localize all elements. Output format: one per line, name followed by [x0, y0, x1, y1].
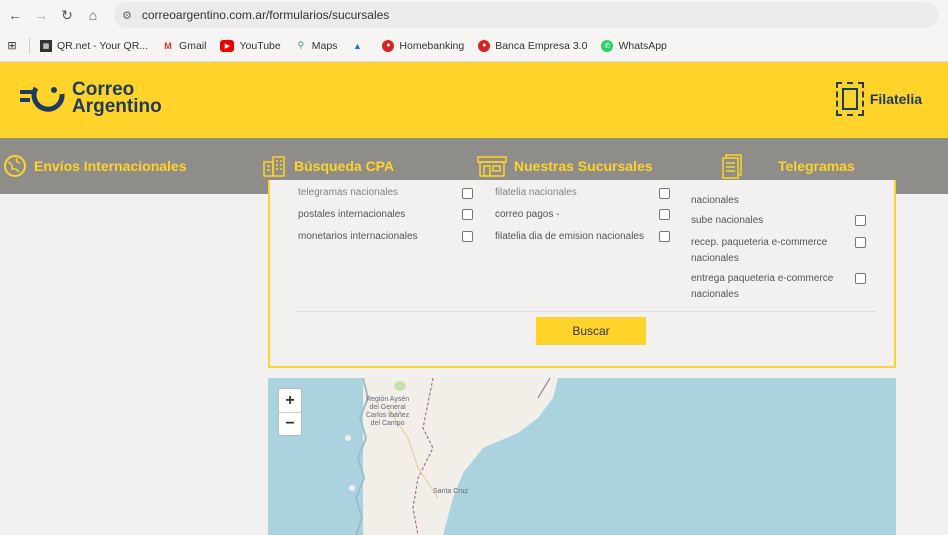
zoom-out-button[interactable]: −: [279, 412, 301, 435]
bookmark-banca-empresa[interactable]: ● Banca Empresa 3.0: [478, 39, 588, 52]
nav-label: Envíos Internacionales: [34, 158, 187, 174]
checkbox[interactable]: [659, 231, 670, 242]
sucursales-filter-form: telegramas nacionales postales internaci…: [268, 180, 896, 368]
option-label: nacionales: [691, 195, 739, 206]
checkbox[interactable]: [462, 209, 473, 220]
bookmark-label: Homebanking: [399, 39, 465, 52]
checkbox[interactable]: [462, 231, 473, 242]
nav-label: Telegramas: [778, 158, 855, 174]
nav-label: Nuestras Sucursales: [514, 158, 653, 174]
checkbox[interactable]: [855, 237, 866, 248]
logo-icon: [20, 86, 65, 112]
site-header: Correo Argentino Filatelia: [0, 62, 948, 138]
option-label: telegramas nacionales: [298, 187, 399, 198]
map-label-line: Región Aysén: [366, 396, 410, 403]
map-tiles: [345, 378, 558, 535]
qr-icon: ▦: [40, 39, 52, 52]
nav-envios-internacionales[interactable]: Envíos Internacionales: [2, 138, 187, 194]
bookmark-maps[interactable]: ⚲ Maps: [295, 39, 338, 52]
youtube-icon: ▶: [220, 39, 235, 52]
buscar-button[interactable]: Buscar: [536, 317, 646, 345]
bookmark-label: Gmail: [179, 39, 207, 52]
option-label: entrega paqueteria e-commerce: [691, 273, 834, 284]
option-label: postales internacionales: [298, 209, 406, 220]
browser-toolbar: ← → ↻ ⌂ ⚙ correoargentino.com.ar/formula…: [0, 0, 948, 30]
bookmark-label: YouTube: [239, 39, 281, 52]
checkbox[interactable]: [855, 215, 866, 226]
sucursales-map[interactable]: + − Región Aysén del General Carlos Ibáñ…: [268, 378, 896, 535]
reload-icon[interactable]: ↻: [56, 4, 78, 26]
option-label: filatelia nacionales: [495, 187, 577, 198]
home-icon[interactable]: ⌂: [82, 4, 104, 26]
site-info-icon[interactable]: ⚙: [122, 9, 132, 22]
option-label: correo pagos -: [495, 209, 560, 220]
back-icon[interactable]: ←: [4, 4, 26, 26]
bookmark-gmail[interactable]: M Gmail: [162, 40, 206, 52]
option-label: filatelia dia de emision nacionales: [495, 231, 644, 242]
bank-icon: ●: [478, 39, 491, 52]
map-label-province: Santa Cruz: [433, 488, 469, 495]
map-label-region: Región Aysén del General Carlos Ibáñez d…: [366, 396, 409, 428]
map-label-line: Carlos Ibáñez: [366, 412, 410, 419]
map-label-line: del Campo: [370, 420, 405, 427]
filatelia-label: Filatelia: [869, 91, 922, 107]
bookmark-youtube[interactable]: ▶ YouTube: [220, 39, 281, 52]
bookmark-homebanking[interactable]: ● Homebanking: [382, 39, 465, 52]
store-icon: [476, 153, 508, 179]
globe-icon: [2, 153, 28, 179]
bookmarks-bar: ⊞ ▦ QR.net - Your QR... M Gmail ▶ YouTub…: [0, 30, 948, 62]
buildings-icon: [262, 153, 288, 179]
gmail-icon: M: [164, 40, 172, 51]
option-label: sube nacionales: [691, 215, 764, 226]
bookmarks-separator: [29, 37, 30, 54]
bookmark-label: WhatsApp: [618, 39, 667, 52]
drive-icon: ▲: [352, 40, 362, 51]
bookmark-label: Maps: [311, 39, 338, 52]
maps-icon: ⚲: [297, 40, 305, 50]
stamp-icon: [835, 82, 864, 116]
logo-text-line2: Argentino: [72, 96, 162, 117]
option-label: recep. paqueteria e-commerce: [691, 237, 828, 248]
option-label: nacionales: [691, 253, 739, 264]
bookmark-drive[interactable]: ▲: [351, 40, 368, 52]
checkbox[interactable]: [855, 273, 866, 284]
correo-argentino-logo[interactable]: Correo Argentino: [18, 80, 162, 116]
checkbox[interactable]: [659, 209, 670, 220]
nav-label: Búsqueda CPA: [294, 158, 395, 174]
whatsapp-icon: ✆: [601, 39, 614, 52]
document-icon: [720, 153, 746, 179]
checkbox[interactable]: [659, 188, 670, 199]
option-label: monetarios internacionales: [298, 231, 418, 242]
bookmark-label: QR.net - Your QR...: [57, 39, 149, 52]
bank-icon: ●: [382, 39, 395, 52]
form-divider: [296, 311, 876, 312]
bookmark-label: Banca Empresa 3.0: [495, 39, 588, 52]
apps-icon[interactable]: ⊞: [6, 40, 23, 52]
url-text: correoargentino.com.ar/formularios/sucur…: [141, 8, 390, 22]
bookmark-whatsapp[interactable]: ✆ WhatsApp: [601, 39, 667, 52]
option-label: nacionales: [691, 289, 739, 300]
bookmark-qrnet[interactable]: ▦ QR.net - Your QR...: [40, 39, 149, 52]
filatelia-link[interactable]: Filatelia: [835, 82, 922, 116]
forward-icon[interactable]: →: [30, 4, 52, 26]
map-label-line: del General: [369, 404, 406, 411]
zoom-in-button[interactable]: +: [279, 389, 301, 412]
map-zoom-control: + −: [278, 388, 302, 436]
address-bar[interactable]: ⚙ correoargentino.com.ar/formularios/suc…: [114, 2, 938, 28]
checkbox[interactable]: [462, 188, 473, 199]
